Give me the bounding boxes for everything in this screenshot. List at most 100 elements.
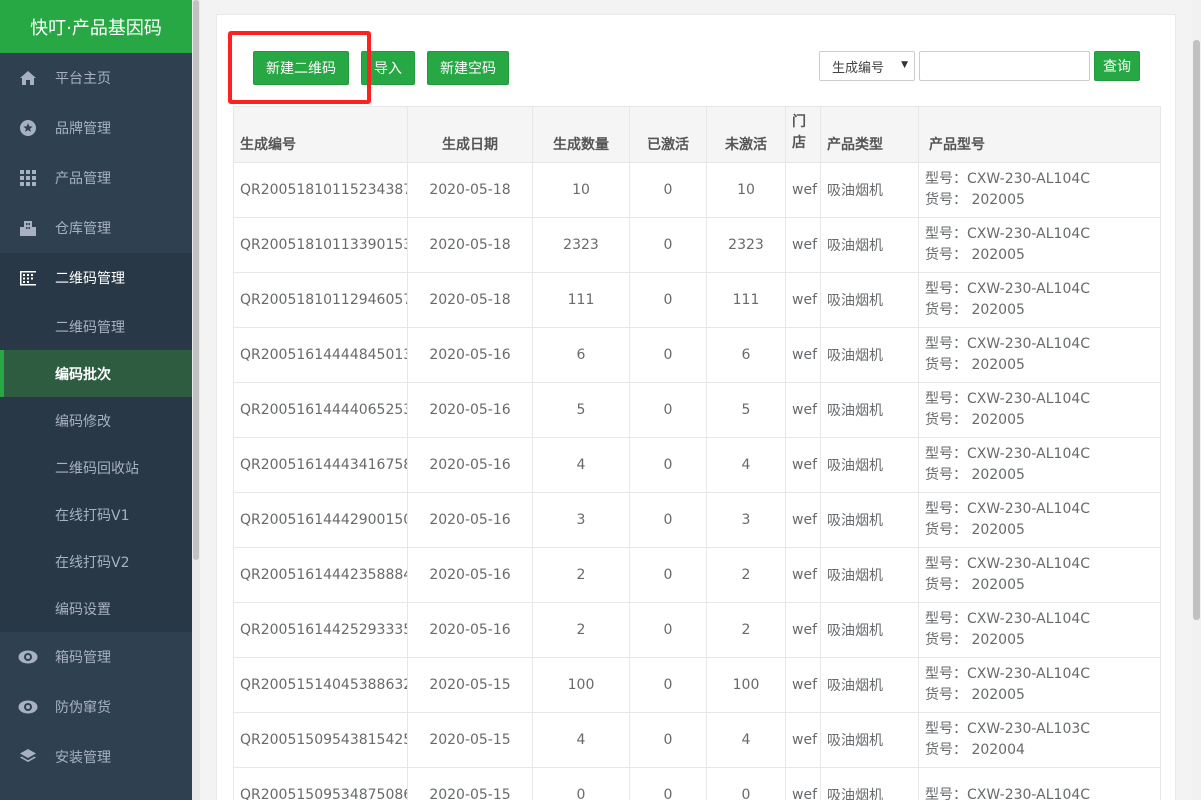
col-header-qty[interactable]: 生成数量 bbox=[532, 106, 630, 163]
cell-model: 型号：CXW-230-AL104C 货号： 202005 bbox=[918, 437, 1161, 493]
col-header-store[interactable]: 门店 bbox=[785, 106, 821, 163]
submenu-item-print-v2[interactable]: 在线打码V2 bbox=[0, 538, 192, 585]
sku-prefix: 货号： bbox=[925, 192, 967, 208]
sidebar-item-label: 产品管理 bbox=[55, 171, 111, 187]
sidebar-item-home[interactable]: 平台主页 bbox=[0, 53, 192, 103]
cell-batch-id: QR20051614444065253 bbox=[233, 382, 408, 438]
sidebar-item-box-code[interactable]: 箱码管理 bbox=[0, 632, 192, 682]
sku-prefix: 货号： bbox=[925, 687, 967, 703]
cell-batch-id: QR20051509534875086 bbox=[233, 767, 408, 800]
cell-store: wef bbox=[785, 492, 821, 548]
table-row[interactable]: QR20051810112946057 2020-05-18 111 0 111 wef 吸… bbox=[233, 272, 1161, 328]
sku-line: 货号： 202005 bbox=[925, 355, 1154, 376]
scrollbar-thumb[interactable] bbox=[193, 0, 199, 560]
table-row[interactable]: QR20051514045388632 2020-05-15 100 0 100 wef 吸… bbox=[233, 657, 1161, 713]
new-qrcode-button[interactable]: 新建二维码 bbox=[253, 51, 349, 85]
sidebar-item-qrcode[interactable]: 二维码管理 bbox=[0, 253, 192, 303]
model-prefix: 型号： bbox=[925, 336, 967, 352]
cell-inactive: 10 bbox=[706, 162, 786, 218]
cell-qty: 3 bbox=[532, 492, 630, 548]
cell-active: 0 bbox=[629, 327, 707, 383]
star-icon bbox=[17, 117, 39, 139]
sidebar-scrollbar[interactable] bbox=[192, 0, 200, 800]
table-row[interactable]: QR20051810113390153 2020-05-18 2323 0 2323 we… bbox=[233, 217, 1161, 273]
table-row[interactable]: QR20051614443416758 2020-05-16 4 0 4 wef 吸油烟机型… bbox=[233, 437, 1161, 493]
select-value: 生成编号 bbox=[832, 60, 885, 76]
sidebar-item-install[interactable]: 安装管理 bbox=[0, 732, 192, 782]
cell-date: 2020-05-18 bbox=[407, 272, 533, 328]
search-input[interactable] bbox=[919, 51, 1090, 81]
sku-prefix: 货号： bbox=[925, 412, 967, 428]
col-header-type[interactable]: 产品类型 bbox=[820, 106, 919, 163]
cell-type: 吸油烟机 bbox=[820, 162, 919, 218]
submenu-item-qrcode-manage[interactable]: 二维码管理 bbox=[0, 303, 192, 350]
cell-store: wef bbox=[785, 272, 821, 328]
cell-active: 0 bbox=[629, 217, 707, 273]
table-row[interactable]: QR20051614444845013 2020-05-16 6 0 6 wef 吸油烟机型… bbox=[233, 327, 1161, 383]
table-row[interactable]: QR20051509543815425 2020-05-15 4 0 4 wef 吸油烟机型… bbox=[233, 712, 1161, 768]
cell-store: wef bbox=[785, 217, 821, 273]
cell-batch-id: QR20051614442900150 bbox=[233, 492, 408, 548]
sidebar-item-product[interactable]: 产品管理 bbox=[0, 153, 192, 203]
new-blank-code-button[interactable]: 新建空码 bbox=[427, 51, 509, 85]
table-row[interactable]: QR20051509534875086 2020-05-15 0 0 0 wef 吸油烟机型… bbox=[233, 767, 1161, 800]
model-prefix: 型号： bbox=[925, 281, 967, 297]
submenu-item-print-v1[interactable]: 在线打码V1 bbox=[0, 491, 192, 538]
model-value: CXW-230-AL104C bbox=[967, 171, 1091, 187]
sidebar-submenu: 二维码管理 编码批次 编码修改 二维码回收站 在线打码V1 在线打码V2 编码设… bbox=[0, 303, 192, 632]
sku-value: 202005 bbox=[971, 467, 1025, 483]
table-row[interactable]: QR20051614444065253 2020-05-16 5 0 5 wef 吸油烟机型… bbox=[233, 382, 1161, 438]
model-line: 型号：CXW-230-AL104C bbox=[925, 785, 1154, 800]
table-row[interactable]: QR20051614442900150 2020-05-16 3 0 3 wef 吸油烟机型… bbox=[233, 492, 1161, 548]
sidebar-item-warehouse[interactable]: 仓库管理 bbox=[0, 203, 192, 253]
sidebar-item-label: 二维码管理 bbox=[55, 271, 125, 287]
model-line: 型号：CXW-230-AL103C bbox=[925, 719, 1154, 740]
cell-date: 2020-05-15 bbox=[407, 657, 533, 713]
cell-qty: 5 bbox=[532, 382, 630, 438]
model-prefix: 型号： bbox=[925, 666, 967, 682]
model-value: CXW-230-AL104C bbox=[967, 501, 1091, 517]
cell-active: 0 bbox=[629, 602, 707, 658]
scrollbar-thumb[interactable] bbox=[1193, 40, 1200, 620]
col-header-inactive[interactable]: 未激活 bbox=[706, 106, 786, 163]
sidebar-item-anti-fake[interactable]: 防伪窜货 bbox=[0, 682, 192, 732]
submenu-item-recycle[interactable]: 二维码回收站 bbox=[0, 444, 192, 491]
cell-type: 吸油烟机 bbox=[820, 272, 919, 328]
sku-line: 货号： 202005 bbox=[925, 520, 1154, 541]
model-prefix: 型号： bbox=[925, 446, 967, 462]
cell-date: 2020-05-16 bbox=[407, 437, 533, 493]
cell-inactive: 6 bbox=[706, 327, 786, 383]
col-header-active[interactable]: 已激活 bbox=[629, 106, 707, 163]
model-line: 型号：CXW-230-AL104C bbox=[925, 444, 1154, 465]
cell-store: wef bbox=[785, 657, 821, 713]
table-row[interactable]: QR20051614425293335 2020-05-16 2 0 2 wef 吸油烟机型… bbox=[233, 602, 1161, 658]
cell-batch-id: QR20051509543815425 bbox=[233, 712, 408, 768]
table-row[interactable]: QR20051614442358884 2020-05-16 2 0 2 wef 吸油烟机型… bbox=[233, 547, 1161, 603]
search-field-select[interactable]: 生成编号 ▼ bbox=[819, 51, 915, 81]
main-scrollbar[interactable] bbox=[1192, 0, 1201, 800]
submenu-item-code-edit[interactable]: 编码修改 bbox=[0, 397, 192, 444]
cell-inactive: 2 bbox=[706, 602, 786, 658]
cell-store: wef bbox=[785, 382, 821, 438]
query-button[interactable]: 查询 bbox=[1094, 51, 1140, 81]
sku-line: 货号： 202005 bbox=[925, 190, 1154, 211]
import-button[interactable]: 导入 bbox=[361, 51, 415, 85]
model-prefix: 型号： bbox=[925, 501, 967, 517]
col-header-id[interactable]: 生成编号 bbox=[233, 106, 408, 163]
table-row[interactable]: QR20051810115234387 2020-05-18 10 0 10 wef 吸油烟… bbox=[233, 162, 1161, 218]
model-value: CXW-230-AL104C bbox=[967, 391, 1091, 407]
sidebar-item-brand[interactable]: 品牌管理 bbox=[0, 103, 192, 153]
sku-value: 202005 bbox=[971, 302, 1025, 318]
model-prefix: 型号： bbox=[925, 786, 967, 800]
model-value: CXW-230-AL104C bbox=[967, 786, 1091, 800]
sku-value: 202005 bbox=[971, 522, 1025, 538]
col-header-date[interactable]: 生成日期 bbox=[407, 106, 533, 163]
cell-store: wef bbox=[785, 547, 821, 603]
cell-store: wef bbox=[785, 162, 821, 218]
cell-type: 吸油烟机 bbox=[820, 217, 919, 273]
submenu-item-settings[interactable]: 编码设置 bbox=[0, 585, 192, 632]
table-header-row: 生成编号 生成日期 生成数量 已激活 未激活 门店 产品类型 产品型号 bbox=[233, 106, 1161, 163]
col-header-model[interactable]: 产品型号 bbox=[918, 106, 1161, 163]
submenu-item-batch[interactable]: 编码批次 bbox=[0, 350, 192, 397]
layers-icon bbox=[17, 746, 39, 768]
